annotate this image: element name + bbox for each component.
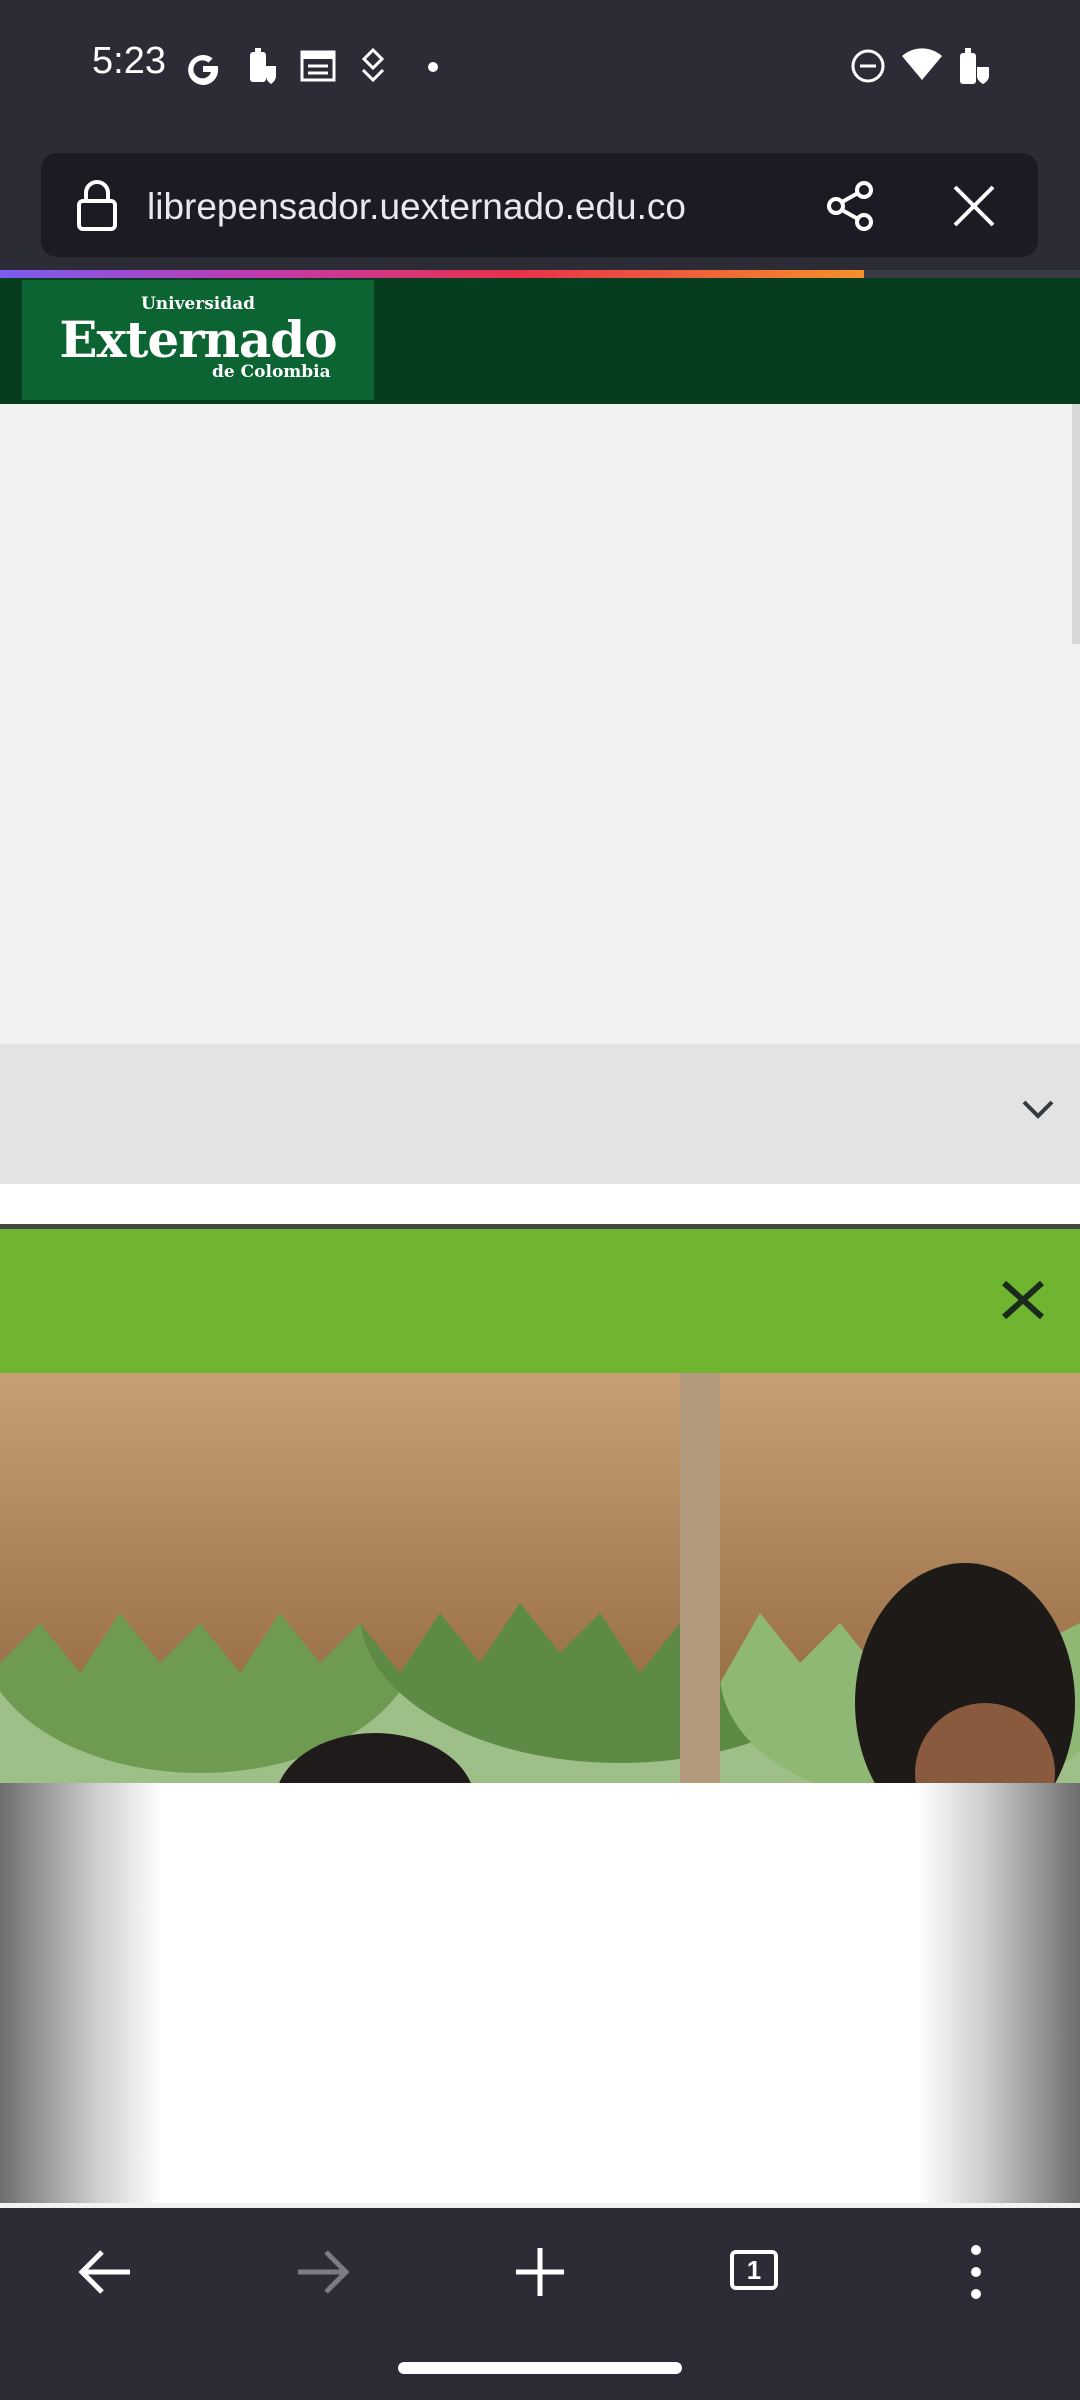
thatched-hut-photo xyxy=(0,1373,1080,1783)
battery-icon xyxy=(960,48,989,84)
content-panel xyxy=(0,1783,1080,2203)
lock-icon[interactable] xyxy=(75,179,119,233)
scrollbar-thumb[interactable] xyxy=(1072,404,1080,644)
tab-count: 1 xyxy=(746,2255,762,2285)
web-content: Universidad Externado de Colombia xyxy=(0,278,1080,2208)
new-tab-icon[interactable] xyxy=(500,2232,580,2312)
url-text[interactable]: librepensador.uexternado.edu.co xyxy=(147,186,686,228)
wifi-icon xyxy=(902,48,942,80)
chevron-down-icon[interactable] xyxy=(1020,1098,1056,1122)
tab-switcher-button[interactable]: 1 xyxy=(716,2232,796,2312)
page-load-progress xyxy=(0,270,1080,278)
google-icon xyxy=(188,54,219,85)
logo-bottom-text: de Colombia xyxy=(212,362,331,382)
close-tab-icon[interactable] xyxy=(951,183,997,229)
content-placeholder xyxy=(0,404,1080,1044)
url-bar[interactable]: librepensador.uexternado.edu.co xyxy=(41,153,1038,257)
photo-illustration xyxy=(0,1373,1080,1783)
more-options-icon[interactable] xyxy=(936,2232,1016,2312)
home-gesture-handle[interactable] xyxy=(398,2362,682,2374)
university-logo[interactable]: Universidad Externado de Colombia xyxy=(22,280,374,400)
status-bar: 5:23 xyxy=(0,0,1080,140)
page-load-progress-fill xyxy=(0,270,864,278)
logo-main-text: Externado xyxy=(59,310,337,369)
browser-bottom-toolbar: 1 xyxy=(0,2208,1080,2338)
download-icon xyxy=(361,48,385,83)
popup-header-bar xyxy=(0,1229,1080,1373)
site-header: Universidad Externado de Colombia xyxy=(0,278,1080,404)
calendar-icon xyxy=(300,50,336,82)
do-not-disturb-icon xyxy=(851,49,885,83)
url-bar-container: librepensador.uexternado.edu.co xyxy=(0,140,1080,270)
battery-saver-icon xyxy=(250,48,276,84)
status-time: 5:23 xyxy=(92,40,166,82)
forward-arrow-icon[interactable] xyxy=(282,2232,362,2312)
accordion-bar[interactable] xyxy=(0,1044,1080,1184)
share-icon[interactable] xyxy=(824,180,876,232)
popup-close-icon[interactable] xyxy=(1000,1279,1046,1321)
dot-icon xyxy=(428,62,438,72)
back-arrow-icon[interactable] xyxy=(66,2232,146,2312)
divider-strip xyxy=(0,1184,1080,1226)
gesture-navigation-area xyxy=(0,2338,1080,2400)
